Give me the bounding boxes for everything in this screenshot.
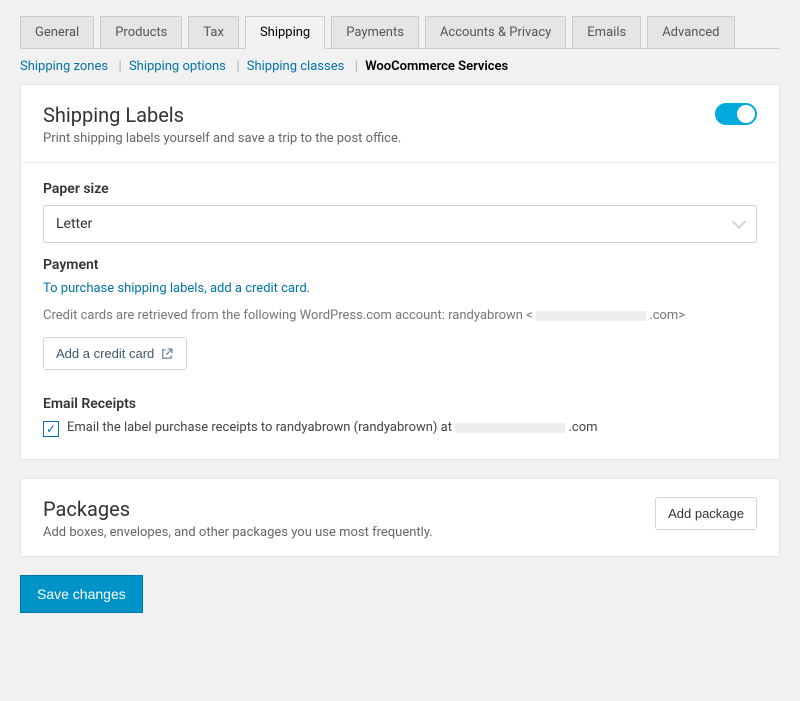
separator: | — [348, 59, 362, 74]
email-receipts-text-prefix: Email the label purchase receipts to ran… — [67, 420, 455, 435]
email-receipts-text-suffix: .com — [568, 420, 597, 435]
add-package-button[interactable]: Add package — [655, 497, 757, 530]
settings-tabs: General Products Tax Shipping Payments A… — [20, 16, 780, 49]
paper-size-select[interactable]: Letter — [43, 205, 757, 243]
tab-products[interactable]: Products — [100, 16, 182, 49]
subtab-services: WooCommerce Services — [365, 59, 508, 74]
redacted-email — [455, 423, 565, 433]
redacted-email — [536, 311, 646, 321]
payment-account-prefix: Credit cards are retrieved from the foll… — [43, 308, 533, 323]
separator: | — [111, 59, 125, 74]
shipping-labels-title: Shipping Labels — [43, 103, 401, 127]
payment-account-line: Credit cards are retrieved from the foll… — [43, 308, 757, 323]
tab-emails[interactable]: Emails — [572, 16, 641, 49]
email-receipts-text: Email the label purchase receipts to ran… — [67, 420, 598, 435]
payment-help: To purchase shipping labels, add a credi… — [43, 281, 757, 296]
separator: | — [229, 59, 243, 74]
add-credit-card-label: Add a credit card — [56, 346, 154, 361]
payment-account-suffix: .com> — [649, 308, 685, 323]
add-credit-card-button[interactable]: Add a credit card — [43, 337, 187, 370]
save-changes-button[interactable]: Save changes — [20, 575, 143, 613]
packages-title: Packages — [43, 497, 433, 521]
subtab-classes[interactable]: Shipping classes — [247, 59, 345, 74]
subtab-zones[interactable]: Shipping zones — [20, 59, 108, 74]
tab-tax[interactable]: Tax — [188, 16, 239, 49]
email-receipts-checkbox[interactable]: ✓ — [43, 421, 59, 437]
email-receipts-label: Email Receipts — [43, 396, 757, 412]
paper-size-value: Letter — [56, 216, 92, 232]
shipping-labels-card: Shipping Labels Print shipping labels yo… — [20, 84, 780, 460]
tab-advanced[interactable]: Advanced — [647, 16, 734, 49]
shipping-labels-subtitle: Print shipping labels yourself and save … — [43, 131, 401, 146]
tab-accounts[interactable]: Accounts & Privacy — [425, 16, 566, 49]
shipping-subtabs: Shipping zones | Shipping options | Ship… — [20, 49, 780, 84]
save-changes-label: Save changes — [37, 586, 126, 602]
paper-size-label: Paper size — [43, 181, 757, 197]
subtab-options[interactable]: Shipping options — [129, 59, 226, 74]
add-package-label: Add package — [668, 506, 744, 521]
payment-label: Payment — [43, 257, 757, 273]
tab-payments[interactable]: Payments — [331, 16, 419, 49]
packages-subtitle: Add boxes, envelopes, and other packages… — [43, 525, 433, 540]
shipping-labels-toggle[interactable] — [715, 103, 757, 125]
tab-shipping[interactable]: Shipping — [245, 16, 325, 49]
chevron-down-icon — [732, 215, 746, 229]
tab-general[interactable]: General — [20, 16, 94, 49]
external-link-icon — [160, 347, 174, 361]
packages-card: Packages Add boxes, envelopes, and other… — [20, 478, 780, 557]
